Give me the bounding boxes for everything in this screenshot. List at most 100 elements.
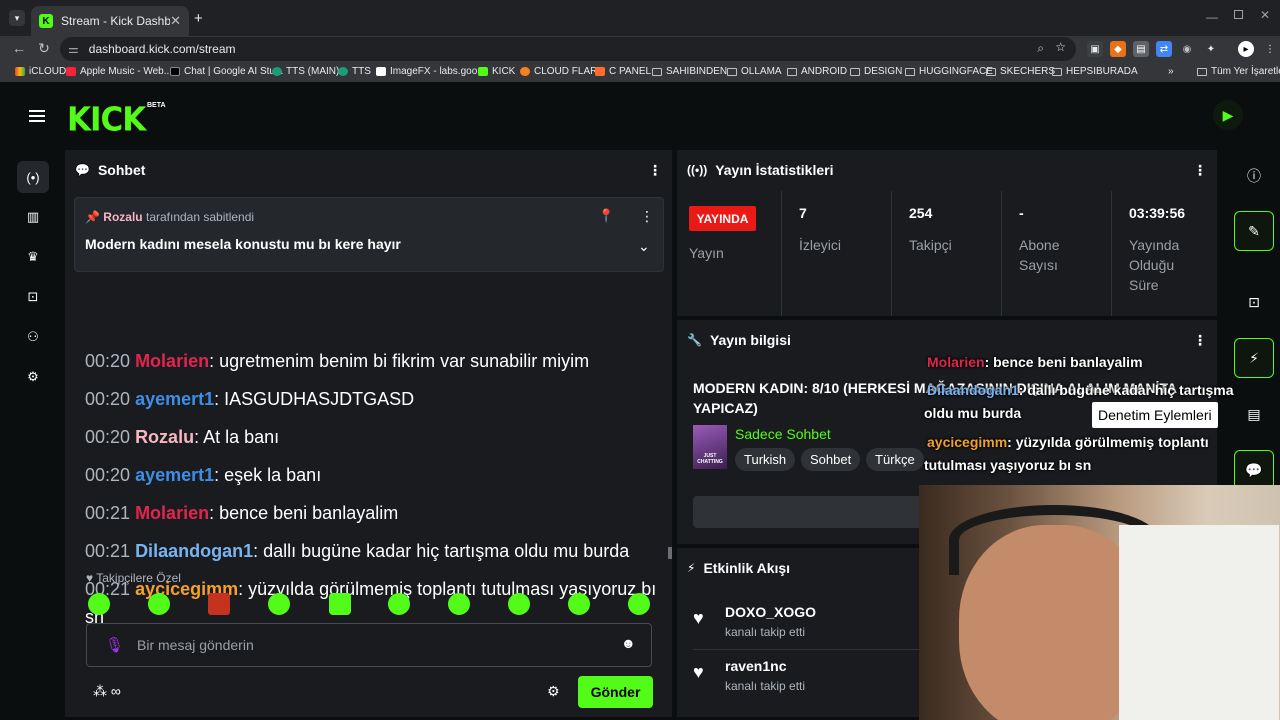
bookmark-folder[interactable]: OLLAMA: [727, 66, 782, 77]
category-thumbnail[interactable]: JUST CHATTING: [693, 425, 727, 469]
reload-icon[interactable]: ↻: [35, 40, 53, 57]
emote-icon[interactable]: [208, 593, 230, 615]
bookmark-item[interactable]: TTS: [338, 66, 371, 77]
chat-username[interactable]: Rozalu: [135, 427, 194, 447]
emote-icon[interactable]: [508, 593, 530, 615]
unpin-icon[interactable]: 📍: [598, 208, 614, 224]
activity-user[interactable]: DOXO_XOGO: [725, 604, 816, 620]
close-window-icon[interactable]: ✕: [1260, 8, 1270, 22]
edit-pencil-icon[interactable]: ✎: [1234, 211, 1274, 251]
back-icon[interactable]: ←: [10, 40, 28, 56]
emote-icon[interactable]: [628, 593, 650, 615]
info-icon[interactable]: ⓘ: [1234, 156, 1274, 196]
emoji-icon[interactable]: ☻: [621, 635, 636, 651]
edit-field[interactable]: [693, 496, 933, 528]
site-info-icon[interactable]: ⚌: [68, 42, 79, 56]
users-icon[interactable]: ⚇: [17, 321, 49, 353]
chat-input-placeholder: Bir mesaj gönderin: [137, 637, 254, 653]
stream-nav-icon[interactable]: (•): [17, 161, 49, 193]
zoom-icon[interactable]: ⌕: [1037, 41, 1044, 56]
bookmark-folder[interactable]: HUGGINGFACE: [905, 66, 993, 77]
chat-username[interactable]: ayemert1: [135, 389, 214, 409]
webcam-overlay: [919, 485, 1280, 720]
chat-username[interactable]: Dilaandogan1: [135, 541, 253, 561]
category-link[interactable]: Sadece Sohbet: [735, 426, 831, 442]
camera-icon[interactable]: ⊡: [17, 281, 49, 313]
tag-chip[interactable]: Turkish: [735, 448, 796, 471]
profile-avatar[interactable]: ▸: [1238, 41, 1254, 57]
bookmark-item[interactable]: C PANEL: [595, 66, 651, 77]
extensions-puzzle-icon[interactable]: ✦: [1203, 41, 1219, 57]
browser-menu-icon[interactable]: ⋮: [1262, 41, 1278, 57]
extension-icon[interactable]: ◉: [1179, 41, 1195, 57]
stream-info-options-icon[interactable]: ⋮: [1193, 332, 1207, 349]
bookmark-item[interactable]: TTS (MAIN): [272, 66, 339, 77]
pinned-author[interactable]: Rozalu: [103, 210, 142, 224]
chat-username[interactable]: Molarien: [135, 503, 209, 523]
emote-icon[interactable]: [268, 593, 290, 615]
kick-favicon-icon: K: [39, 14, 53, 28]
bookmark-folder[interactable]: ANDROID: [787, 66, 847, 77]
analytics-icon[interactable]: ▥: [17, 201, 49, 233]
trophy-icon[interactable]: ♛: [17, 241, 49, 273]
emote-icon[interactable]: [148, 593, 170, 615]
uptime-label: Yayında Olduğu Süre: [1129, 237, 1180, 293]
profile-avatar[interactable]: ▶: [1213, 100, 1243, 130]
tag-chip[interactable]: Türkçe: [866, 448, 924, 471]
address-bar[interactable]: ⚌ dashboard.kick.com/stream ⌕ ☆: [60, 37, 1076, 61]
bookmark-folder[interactable]: HEPSIBURADA: [1052, 66, 1138, 77]
chat-message: 00:20 ayemert1: eşek la banı: [85, 465, 322, 485]
bookmarks-overflow[interactable]: »: [1168, 66, 1174, 77]
extension-icon[interactable]: ▤: [1133, 41, 1149, 57]
chat-input[interactable]: 🎙 Bir mesaj gönderin ☻: [86, 623, 652, 667]
emote-icon[interactable]: [329, 593, 351, 615]
chat-username[interactable]: Molarien: [135, 351, 209, 371]
stats-options-icon[interactable]: ⋮: [1193, 162, 1207, 179]
chat-features-icon[interactable]: ⁂ ∞: [93, 683, 121, 700]
chat-bubble-icon[interactable]: 💬: [1234, 450, 1274, 490]
new-tab-button[interactable]: +: [194, 10, 203, 27]
activity-user[interactable]: raven1nc: [725, 658, 786, 674]
tag-chip[interactable]: Sohbet: [801, 448, 861, 471]
bookmark-item[interactable]: CLOUD FLARE: [520, 66, 604, 77]
chat-title: Sohbet: [97, 162, 146, 178]
chevron-down-icon[interactable]: ⌄: [638, 238, 650, 255]
bookmark-star-icon[interactable]: ☆: [1055, 40, 1066, 54]
extension-icon[interactable]: ⇄: [1156, 41, 1172, 57]
emote-icon[interactable]: [388, 593, 410, 615]
tab-search-button[interactable]: ▾: [9, 10, 25, 26]
lightning-icon: ⚡: [687, 561, 696, 575]
settings-icon[interactable]: ⚙: [17, 361, 49, 393]
chat-scrollbar[interactable]: [668, 547, 672, 559]
menu-icon[interactable]: [29, 110, 45, 122]
bookmark-item[interactable]: iCLOUD: [15, 66, 66, 77]
bookmark-folder[interactable]: SAHIBINDEN: [652, 66, 727, 77]
chat-settings-icon[interactable]: ⚙: [547, 683, 560, 700]
bookmark-item[interactable]: Apple Music - Web...: [66, 66, 172, 77]
bookmark-folder[interactable]: DESIGN: [850, 66, 902, 77]
emote-icon[interactable]: [568, 593, 590, 615]
emote-icon[interactable]: [88, 593, 110, 615]
bookmark-item[interactable]: KICK: [478, 66, 515, 77]
chat-message: 00:21 Dilaandogan1: dallı bugüne kadar h…: [85, 541, 630, 561]
bookmark-item[interactable]: Chat | Google AI Stu...: [170, 66, 283, 77]
send-button[interactable]: Gönder: [578, 676, 653, 708]
bookmark-item[interactable]: ImageFX - labs.goo...: [376, 66, 486, 77]
camera-icon[interactable]: ⊡: [1234, 282, 1274, 322]
minimize-icon[interactable]: —: [1206, 10, 1218, 24]
chat-username[interactable]: ayemert1: [135, 465, 214, 485]
all-bookmarks-folder[interactable]: Tüm Yer İşaretleri: [1197, 66, 1280, 77]
chat-options-icon[interactable]: ⋮: [648, 162, 662, 179]
extension-icon[interactable]: ◆: [1110, 41, 1126, 57]
extension-icon[interactable]: ▣: [1087, 41, 1103, 57]
emote-icon[interactable]: [448, 593, 470, 615]
close-tab-icon[interactable]: ✕: [170, 13, 181, 29]
moderation-icon[interactable]: ▤: [1234, 394, 1274, 434]
bookmark-folder[interactable]: SKECHERS: [986, 66, 1055, 77]
pinned-options-icon[interactable]: ⋮: [640, 208, 654, 225]
restore-icon[interactable]: [1234, 10, 1243, 19]
kick-logo[interactable]: KICK: [67, 101, 146, 139]
microphone-icon[interactable]: 🎙: [105, 636, 124, 654]
browser-tab[interactable]: K Stream - Kick Dashboard ✕: [31, 6, 189, 36]
lightning-icon[interactable]: ⚡: [1234, 338, 1274, 378]
